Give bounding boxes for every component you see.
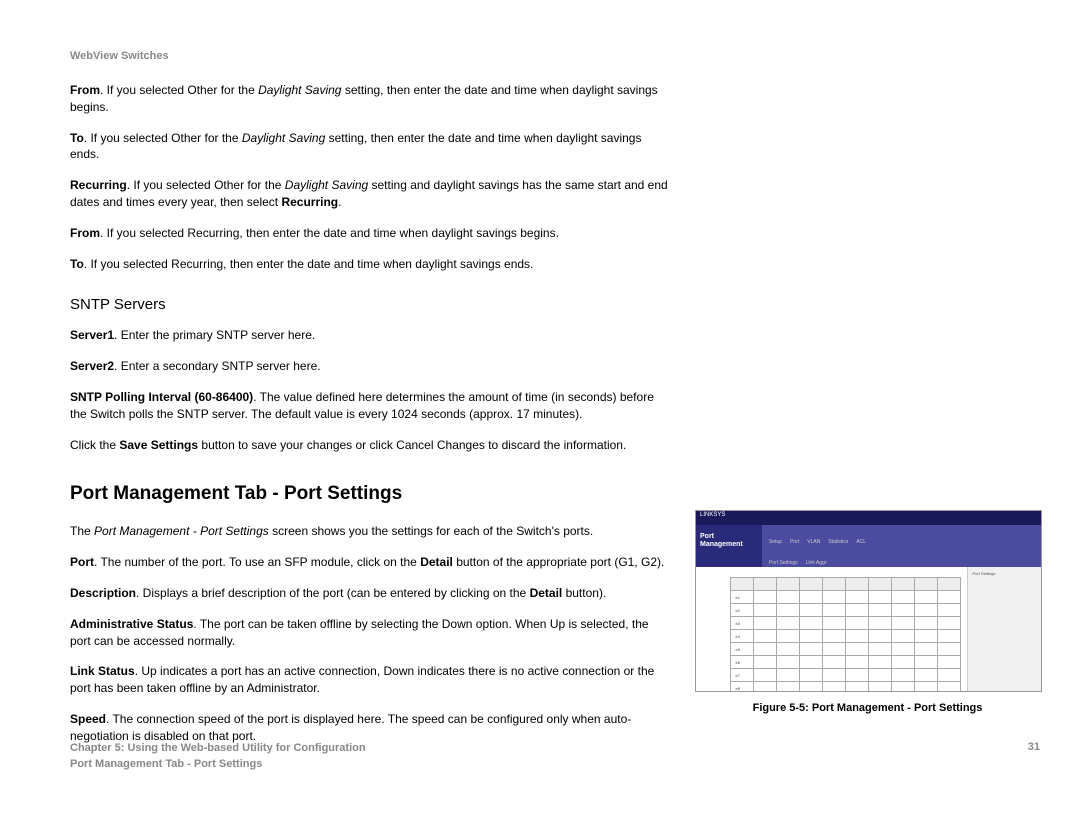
label-detail: Detail [530, 586, 563, 600]
italic-daylight: Daylight Saving [285, 178, 368, 192]
heading-port-management: Port Management Tab - Port Settings [70, 483, 1040, 505]
page-header: WebView Switches [70, 50, 1040, 62]
label-save-settings: Save Settings [119, 438, 198, 452]
figure-tabs: SetupPortVLANStatisticsACL Port Settings… [762, 525, 1041, 567]
figure-caption: Figure 5-5: Port Management - Port Setti… [695, 702, 1040, 714]
para-speed: Speed. The connection speed of the port … [70, 711, 670, 745]
label-admin-status: Administrative Status [70, 617, 193, 631]
label-from: From [70, 226, 100, 240]
footer-section: Port Management Tab - Port Settings [70, 757, 366, 772]
subheading-sntp: SNTP Servers [70, 296, 1040, 313]
para-link-status: Link Status. Up indicates a port has an … [70, 663, 670, 697]
para-to-other: To. If you selected Other for the Daylig… [70, 130, 670, 164]
label-server2: Server2 [70, 359, 114, 373]
label-to: To [70, 131, 84, 145]
label-from: From [70, 83, 100, 97]
para-from-recurring: From. If you selected Recurring, then en… [70, 225, 670, 242]
para-description: Description. Displays a brief descriptio… [70, 585, 670, 602]
figure-area: LINKSYS Port Management SetupPortVLANSta… [695, 510, 1040, 714]
figure-body: e1 e2 e3 e4 e5 e6 e7 e8 Port Settings [696, 567, 1041, 692]
label-recurring: Recurring [70, 178, 127, 192]
label-recurring2: Recurring [281, 195, 338, 209]
para-polling: SNTP Polling Interval (60-86400). The va… [70, 389, 670, 423]
figure-screenshot: LINKSYS Port Management SetupPortVLANSta… [695, 510, 1042, 692]
para-save: Click the Save Settings button to save y… [70, 437, 670, 454]
label-polling: SNTP Polling Interval (60-86400) [70, 390, 253, 404]
footer-chapter: Chapter 5: Using the Web-based Utility f… [70, 741, 366, 756]
label-link-status: Link Status [70, 664, 135, 678]
figure-topbar: LINKSYS [696, 511, 1041, 525]
page-number: 31 [1028, 741, 1040, 772]
figure-help-panel: Port Settings [967, 567, 1041, 692]
label-description: Description [70, 586, 136, 600]
page-footer: Chapter 5: Using the Web-based Utility f… [70, 741, 1040, 772]
para-port: Port. The number of the port. To use an … [70, 554, 670, 571]
figure-table: e1 e2 e3 e4 e5 e6 e7 e8 [730, 577, 961, 692]
para-from-other: From. If you selected Other for the Dayl… [70, 82, 670, 116]
label-speed: Speed [70, 712, 106, 726]
label-detail: Detail [420, 555, 453, 569]
figure-sidebar-label: Port Management [696, 525, 762, 567]
label-to: To [70, 257, 84, 271]
label-server1: Server1 [70, 328, 114, 342]
para-recurring: Recurring. If you selected Other for the… [70, 177, 670, 211]
para-server1: Server1. Enter the primary SNTP server h… [70, 327, 670, 344]
para-admin-status: Administrative Status. The port can be t… [70, 616, 670, 650]
para-to-recurring: To. If you selected Recurring, then ente… [70, 256, 670, 273]
para-intro: The Port Management - Port Settings scre… [70, 523, 670, 540]
italic-daylight: Daylight Saving [242, 131, 325, 145]
italic-port-mgmt: Port Management - Port Settings [94, 524, 269, 538]
para-server2: Server2. Enter a secondary SNTP server h… [70, 358, 670, 375]
figure-navbar: Port Management SetupPortVLANStatisticsA… [696, 525, 1041, 567]
label-port: Port [70, 555, 94, 569]
italic-daylight: Daylight Saving [258, 83, 341, 97]
